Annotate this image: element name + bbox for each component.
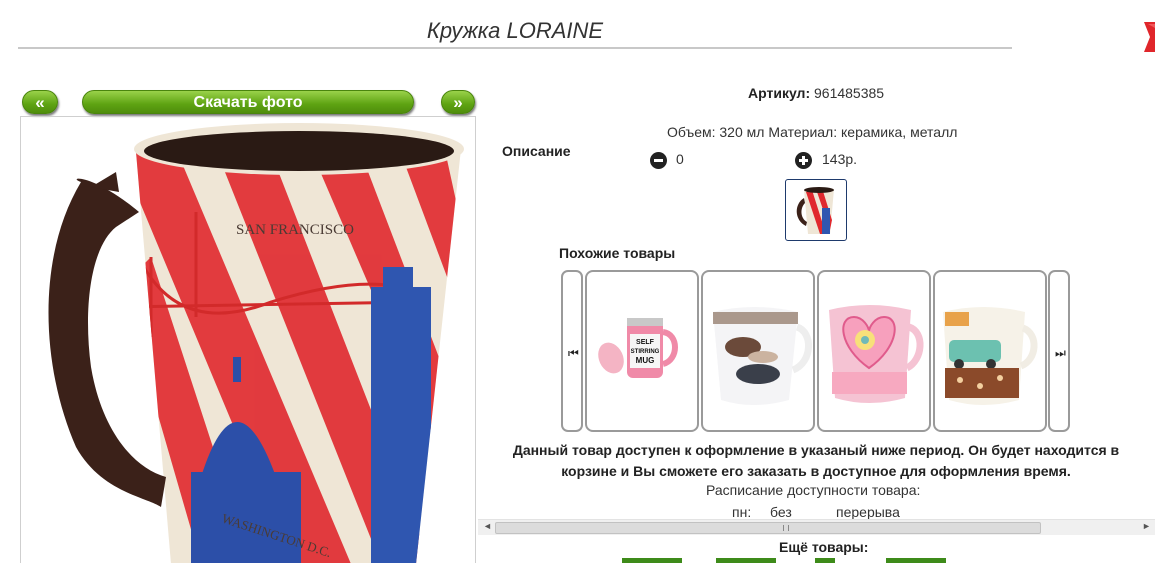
description-label: Описание: [502, 143, 571, 159]
sku-label: Артикул:: [748, 85, 811, 101]
scroll-left-icon[interactable]: ◄: [483, 521, 492, 531]
similar-item[interactable]: [701, 270, 815, 432]
similar-item[interactable]: [817, 270, 931, 432]
skip-forward-icon: ⏭: [1055, 346, 1066, 360]
download-photo-button[interactable]: Скачать фото: [82, 90, 414, 114]
minus-icon[interactable]: [650, 152, 667, 169]
more-products-title: Ещё товары:: [779, 539, 869, 555]
svg-text:STIRRING: STIRRING: [631, 349, 660, 355]
similar-item[interactable]: SELF STIRRING MUG: [585, 270, 699, 432]
prev-photo-button[interactable]: «: [22, 90, 58, 114]
similar-next-button[interactable]: ⏭: [1048, 270, 1070, 432]
close-icon[interactable]: [1138, 20, 1155, 54]
product-thumbnail[interactable]: [785, 179, 847, 241]
schedule-title: Расписание доступности товара:: [706, 482, 921, 498]
price: 143р.: [822, 151, 858, 167]
schedule-day: пн:: [732, 504, 752, 520]
schedule-to: перерыва: [836, 504, 900, 520]
more-link[interactable]: [716, 558, 776, 563]
horizontal-scrollbar[interactable]: ◄ ►: [478, 519, 1155, 535]
svg-text:SELF: SELF: [636, 339, 655, 346]
quantity-value: 0: [676, 151, 684, 167]
similar-products-title: Похожие товары: [559, 245, 676, 261]
description-text: Объем: 320 мл Материал: керамика, металл: [667, 124, 958, 140]
svg-text:MUG: MUG: [636, 356, 655, 365]
plus-icon[interactable]: [795, 152, 812, 169]
similar-prev-button[interactable]: ⏮: [561, 270, 583, 432]
similar-item[interactable]: [933, 270, 1047, 432]
skip-back-icon: ⏮: [568, 346, 579, 360]
sku-value: 961485385: [814, 85, 885, 101]
more-link[interactable]: [886, 558, 946, 563]
page-title: Кружка LORAINE: [426, 18, 604, 43]
title-divider: [18, 47, 1012, 49]
schedule-from: без: [770, 504, 792, 520]
scrollbar-thumb[interactable]: [495, 522, 1041, 534]
mug-city-top-text: SAN FRANCISCO: [236, 222, 354, 238]
next-photo-button[interactable]: »: [441, 90, 475, 114]
grip-icon: [783, 525, 789, 531]
sku: Артикул: 961485385: [748, 85, 884, 101]
scroll-right-icon[interactable]: ►: [1142, 521, 1151, 531]
product-photo: SAN FRANCISCO WASHINGTON D.C.: [20, 116, 476, 563]
more-link[interactable]: [622, 558, 682, 563]
more-link[interactable]: [815, 558, 835, 563]
availability-notice: Данный товар доступен к оформление в ука…: [512, 442, 1120, 479]
